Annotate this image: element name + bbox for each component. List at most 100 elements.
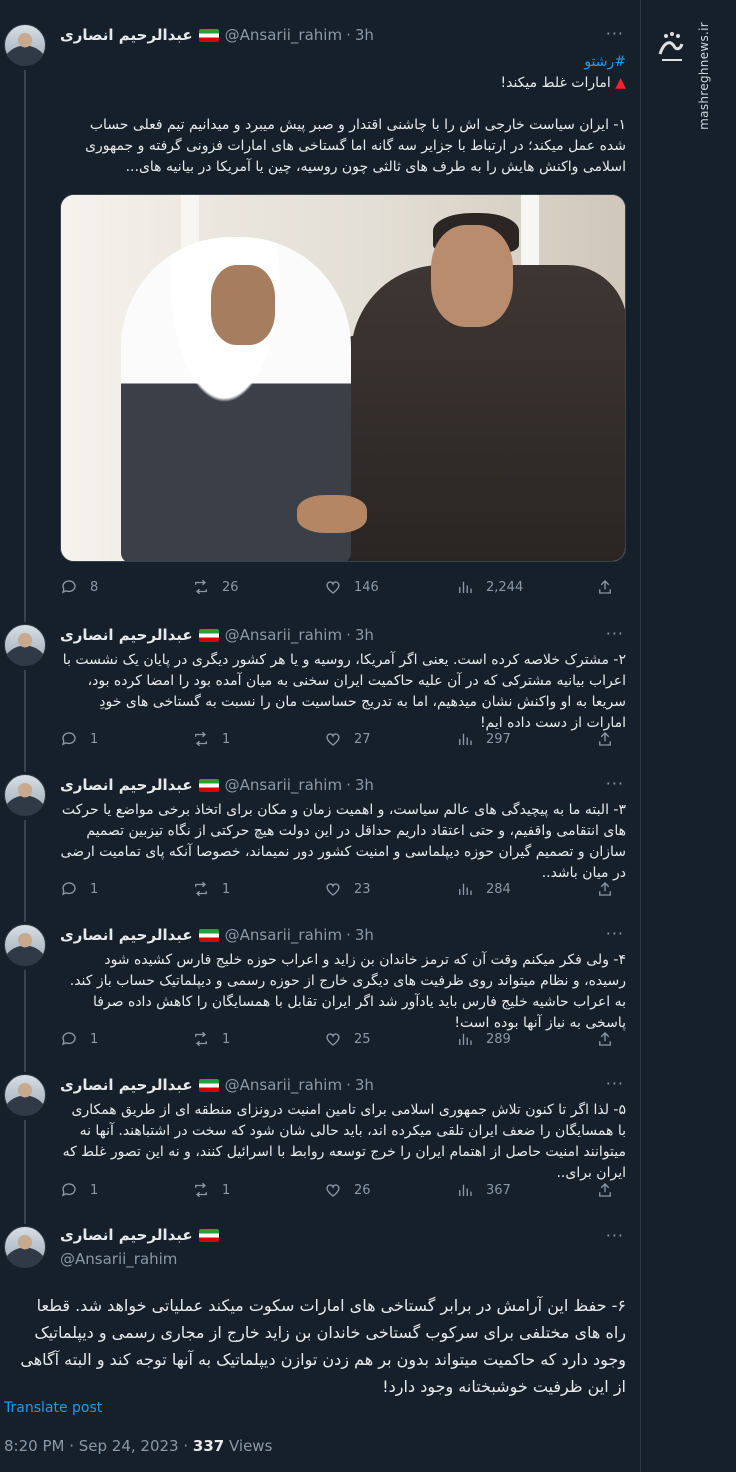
views-button[interactable]: 297 xyxy=(456,730,588,748)
hashtag-link[interactable]: #رشتو xyxy=(60,52,626,73)
more-options-icon[interactable]: ··· xyxy=(606,1226,624,1245)
iran-flag-icon xyxy=(198,1078,219,1092)
reply-icon xyxy=(61,882,76,896)
separator-dot: · xyxy=(346,626,351,644)
avatar[interactable] xyxy=(4,924,46,966)
views-count: 337 xyxy=(192,1437,225,1455)
iran-flag-icon xyxy=(198,778,219,792)
share-button[interactable] xyxy=(596,730,626,748)
author-handle[interactable]: @Ansarii_rahim xyxy=(225,926,342,944)
analytics-icon xyxy=(459,581,472,593)
reply-icon xyxy=(61,1032,76,1046)
author-handle[interactable]: @Ansarii_rahim xyxy=(225,626,342,644)
share-icon xyxy=(599,882,611,896)
retweet-button[interactable]: 1 xyxy=(192,880,324,898)
iran-flag-icon xyxy=(198,28,219,42)
reply-button[interactable]: 1 xyxy=(60,880,192,898)
avatar[interactable] xyxy=(4,24,46,66)
tweet-text: #رشتو ▲ امارات غلط میکند! ۱- ایران سیاست… xyxy=(60,52,626,178)
more-options-icon[interactable]: ··· xyxy=(606,924,624,943)
share-icon xyxy=(599,1183,611,1197)
reply-icon xyxy=(61,1183,76,1197)
tweet-body: ۲- مشترک خلاصه کرده است. یعنی اگر آمریکا… xyxy=(62,652,626,731)
author-handle[interactable]: @Ansarii_rahim xyxy=(225,26,342,44)
watermark-site: mashreghnews.ir xyxy=(697,22,711,130)
share-button[interactable] xyxy=(596,880,626,898)
reply-button[interactable]: 1 xyxy=(60,1181,192,1199)
post-datetime[interactable]: 8:20 PM · Sep 24, 2023 · xyxy=(4,1437,193,1455)
retweet-button[interactable]: 1 xyxy=(192,1181,324,1199)
views-label: Views xyxy=(224,1437,273,1455)
more-options-icon[interactable]: ··· xyxy=(606,774,624,793)
reply-icon xyxy=(61,732,76,746)
avatar[interactable] xyxy=(4,1226,46,1268)
views-button[interactable]: 289 xyxy=(456,1030,588,1048)
heart-icon xyxy=(326,883,340,896)
separator-dot: · xyxy=(346,1076,351,1094)
reply-button[interactable]: 1 xyxy=(60,1030,192,1048)
author-handle[interactable]: @Ansarii_rahim xyxy=(60,1250,177,1268)
author-name[interactable]: عبدالرحیم انصاری xyxy=(60,1076,193,1094)
views-button[interactable]: 284 xyxy=(456,880,588,898)
share-button[interactable] xyxy=(596,578,626,596)
author-name[interactable]: عبدالرحیم انصاری xyxy=(60,26,193,44)
tweet-photo[interactable] xyxy=(60,194,626,562)
more-options-icon[interactable]: ··· xyxy=(606,624,624,643)
more-options-icon[interactable]: ··· xyxy=(606,1074,624,1093)
heart-icon xyxy=(326,581,340,594)
views-button[interactable]: 2,244 xyxy=(456,578,588,596)
separator-dot: · xyxy=(346,776,351,794)
views-button[interactable]: 367 xyxy=(456,1181,588,1199)
more-options-icon[interactable]: ··· xyxy=(606,24,624,43)
avatar[interactable] xyxy=(4,774,46,816)
heart-icon xyxy=(326,1033,340,1046)
like-button[interactable]: 146 xyxy=(324,578,456,596)
like-button[interactable]: 27 xyxy=(324,730,456,748)
tweet-2[interactable]: عبدالرحیم انصاری @Ansarii_rahim · 3h ···… xyxy=(0,620,640,770)
share-button[interactable] xyxy=(596,1181,626,1199)
mashregh-logo xyxy=(656,24,686,66)
like-button[interactable]: 25 xyxy=(324,1030,456,1048)
author-name[interactable]: عبدالرحیم انصاری xyxy=(60,626,193,644)
reply-icon xyxy=(61,580,76,594)
timeline: عبدالرحیم انصاری @Ansarii_rahim · 3h ···… xyxy=(0,0,640,1472)
iran-flag-icon xyxy=(198,628,219,642)
post-time[interactable]: 3h xyxy=(355,776,374,794)
tweet-4[interactable]: عبدالرحیم انصاری @Ansarii_rahim · 3h ···… xyxy=(0,920,640,1070)
avatar[interactable] xyxy=(4,1074,46,1116)
share-icon xyxy=(599,1032,611,1046)
tweet-body: ۵- لذا اگر تا کنون تلاش جمهوری اسلامی بر… xyxy=(62,1102,626,1181)
like-button[interactable]: 26 xyxy=(324,1181,456,1199)
analytics-icon xyxy=(459,1184,472,1196)
retweet-icon xyxy=(195,731,207,747)
heart-icon xyxy=(326,733,340,746)
share-icon xyxy=(599,580,611,594)
tweet-3[interactable]: عبدالرحیم انصاری @Ansarii_rahim · 3h ···… xyxy=(0,770,640,920)
tweet-5[interactable]: عبدالرحیم انصاری @Ansarii_rahim · 3h ···… xyxy=(0,1070,640,1222)
retweet-icon xyxy=(195,579,207,595)
analytics-icon xyxy=(459,883,472,895)
avatar[interactable] xyxy=(4,624,46,666)
separator-dot: · xyxy=(346,26,351,44)
author-handle[interactable]: @Ansarii_rahim xyxy=(225,1076,342,1094)
reply-button[interactable]: 1 xyxy=(60,730,192,748)
red-triangle-icon: ▲ xyxy=(615,75,626,91)
reply-button[interactable]: 8 xyxy=(60,578,192,596)
share-button[interactable] xyxy=(596,1030,626,1048)
retweet-button[interactable]: 26 xyxy=(192,578,324,596)
translate-post-link[interactable]: Translate post xyxy=(4,1400,102,1416)
iran-flag-icon xyxy=(198,1228,219,1242)
author-name[interactable]: عبدالرحیم انصاری xyxy=(60,1226,193,1244)
analytics-icon xyxy=(459,1033,472,1045)
post-time[interactable]: 3h xyxy=(355,926,374,944)
author-name[interactable]: عبدالرحیم انصاری xyxy=(60,776,193,794)
retweet-button[interactable]: 1 xyxy=(192,1030,324,1048)
post-time[interactable]: 3h xyxy=(355,26,374,44)
author-name[interactable]: عبدالرحیم انصاری xyxy=(60,926,193,944)
like-button[interactable]: 23 xyxy=(324,880,456,898)
author-handle[interactable]: @Ansarii_rahim xyxy=(225,776,342,794)
post-time[interactable]: 3h xyxy=(355,1076,374,1094)
retweet-button[interactable]: 1 xyxy=(192,730,324,748)
tweet-1[interactable]: عبدالرحیم انصاری @Ansarii_rahim · 3h ···… xyxy=(0,0,640,620)
post-time[interactable]: 3h xyxy=(355,626,374,644)
